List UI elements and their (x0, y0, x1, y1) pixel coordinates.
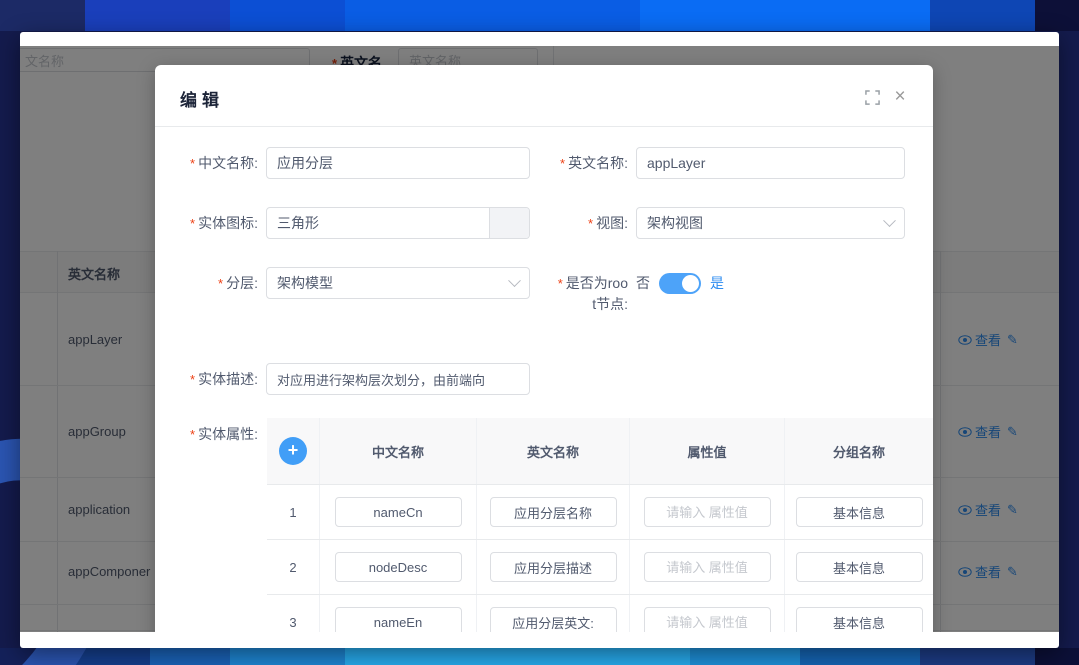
desktop-accent-block (75, 648, 150, 665)
row-index: 1 (267, 485, 320, 539)
desktop-accent-block (345, 0, 640, 31)
fullscreen-button[interactable] (863, 88, 881, 106)
required-mark: * (190, 156, 195, 171)
required-mark: * (190, 427, 195, 442)
row-index: 2 (267, 540, 320, 594)
field-label-layer: *分层: (155, 267, 258, 300)
attr-name-en-input[interactable] (490, 607, 617, 632)
required-mark: * (190, 216, 195, 231)
field-label-root: *是否为root节点: (556, 273, 628, 314)
field-label-desc: *实体描述: (155, 363, 258, 396)
attr-group-input[interactable] (796, 552, 923, 582)
dialog-header: 编辑 × (155, 65, 933, 127)
attr-value-input[interactable] (644, 497, 771, 527)
entity-icon-value: 三角形 (277, 215, 319, 231)
dialog-title: 编辑 (180, 86, 224, 111)
desktop-accent-block (640, 0, 930, 31)
attribute-row: 2 (267, 540, 933, 595)
attr-name-cn-input[interactable] (335, 497, 462, 527)
field-label-attrs: *实体属性: (155, 418, 258, 451)
add-attribute-button[interactable]: + (279, 437, 307, 465)
desktop-accent-block (150, 648, 230, 665)
attr-name-cn-input[interactable] (335, 552, 462, 582)
entity-icon-input[interactable]: 三角形 (266, 207, 530, 239)
required-mark: * (218, 276, 223, 291)
desktop-accent-block (920, 648, 1035, 665)
attr-col-header: 英文名称 (477, 418, 630, 484)
field-label-view: *视图: (525, 207, 628, 240)
required-mark: * (588, 216, 593, 231)
attribute-table: + 中文名称 英文名称 属性值 分组名称 1 2 (267, 418, 933, 632)
desktop-accent-block (800, 648, 920, 665)
field-label-name-en: *英文名称: (525, 147, 628, 180)
close-icon: × (894, 88, 905, 106)
required-mark: * (558, 276, 563, 291)
toggle-on-label: 是 (710, 273, 724, 293)
toggle-off-label: 否 (636, 273, 650, 293)
desktop-accent-block (690, 648, 800, 665)
field-label-icon: *实体图标: (155, 207, 258, 240)
chevron-down-icon (508, 274, 521, 287)
attribute-row: 3 (267, 595, 933, 632)
attr-col-header: 属性值 (630, 418, 785, 484)
attr-group-input[interactable] (796, 607, 923, 632)
name-cn-input[interactable] (266, 147, 530, 179)
entity-desc-input[interactable] (266, 363, 530, 395)
attr-value-input[interactable] (644, 607, 771, 632)
required-mark: * (560, 156, 565, 171)
toggle-knob (682, 275, 699, 292)
layer-select[interactable]: 架构模型 (266, 267, 530, 299)
desktop-accent-block (85, 0, 230, 31)
desktop-accent-block (230, 0, 345, 31)
edit-dialog: 编辑 × *中文名称: *英文名称: (155, 65, 933, 632)
view-select[interactable]: 架构视图 (636, 207, 905, 239)
desktop-accent-block (345, 648, 690, 665)
desktop-accent-block (1035, 0, 1079, 31)
icon-picker-button[interactable] (489, 208, 529, 238)
row-index: 3 (267, 595, 320, 632)
attr-name-en-input[interactable] (490, 497, 617, 527)
chevron-down-icon (883, 214, 896, 227)
root-toggle[interactable] (659, 273, 701, 294)
view-select-value: 架构视图 (647, 213, 703, 233)
fullscreen-icon (865, 90, 880, 105)
attr-name-en-input[interactable] (490, 552, 617, 582)
attr-group-input[interactable] (796, 497, 923, 527)
layer-select-value: 架构模型 (277, 273, 333, 293)
field-label-name-cn: *中文名称: (155, 147, 258, 180)
attr-col-header: 中文名称 (320, 418, 477, 484)
attribute-row: 1 (267, 485, 933, 540)
attr-value-input[interactable] (644, 552, 771, 582)
attribute-table-header: + 中文名称 英文名称 属性值 分组名称 (267, 418, 933, 485)
desktop-accent-block (0, 0, 85, 31)
desktop-accent-block (930, 0, 1035, 31)
required-mark: * (190, 372, 195, 387)
browser-window: 文名称 *英文名 英文名称 英文名称 (20, 32, 1059, 648)
name-en-input[interactable] (636, 147, 905, 179)
attr-col-header: 分组名称 (785, 418, 933, 484)
page-content: 文名称 *英文名 英文名称 英文名称 (20, 46, 1059, 632)
attr-name-cn-input[interactable] (335, 607, 462, 632)
desktop-accent-block (230, 648, 345, 665)
close-button[interactable]: × (891, 88, 909, 106)
root-toggle-row: 否 是 (636, 267, 724, 299)
desktop-background: 文名称 *英文名 英文名称 英文名称 (0, 0, 1079, 665)
